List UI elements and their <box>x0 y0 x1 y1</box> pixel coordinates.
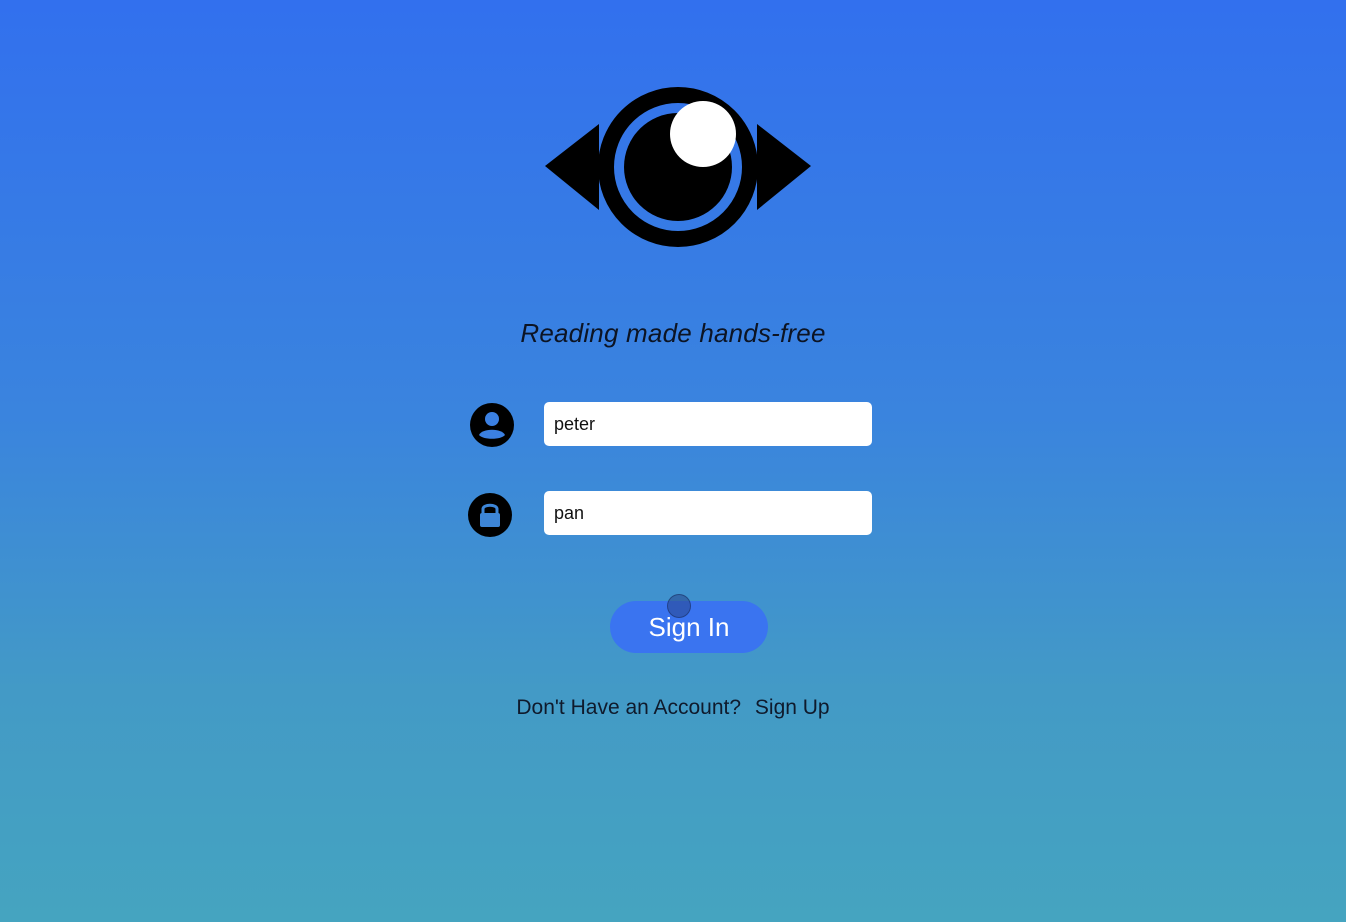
tagline: Reading made hands-free <box>520 318 826 348</box>
sign-up-link[interactable]: Sign Up <box>755 696 830 719</box>
app-logo <box>543 86 813 250</box>
password-field[interactable] <box>544 491 872 535</box>
username-field[interactable] <box>544 402 872 446</box>
signup-row: Don't Have an Account? Sign Up <box>0 696 1346 720</box>
user-circle-icon <box>469 402 515 448</box>
signup-prompt: Don't Have an Account? <box>516 696 742 719</box>
eye-logo-icon <box>545 87 811 247</box>
lock-icon <box>467 492 513 538</box>
touch-cursor-indicator <box>667 594 691 618</box>
